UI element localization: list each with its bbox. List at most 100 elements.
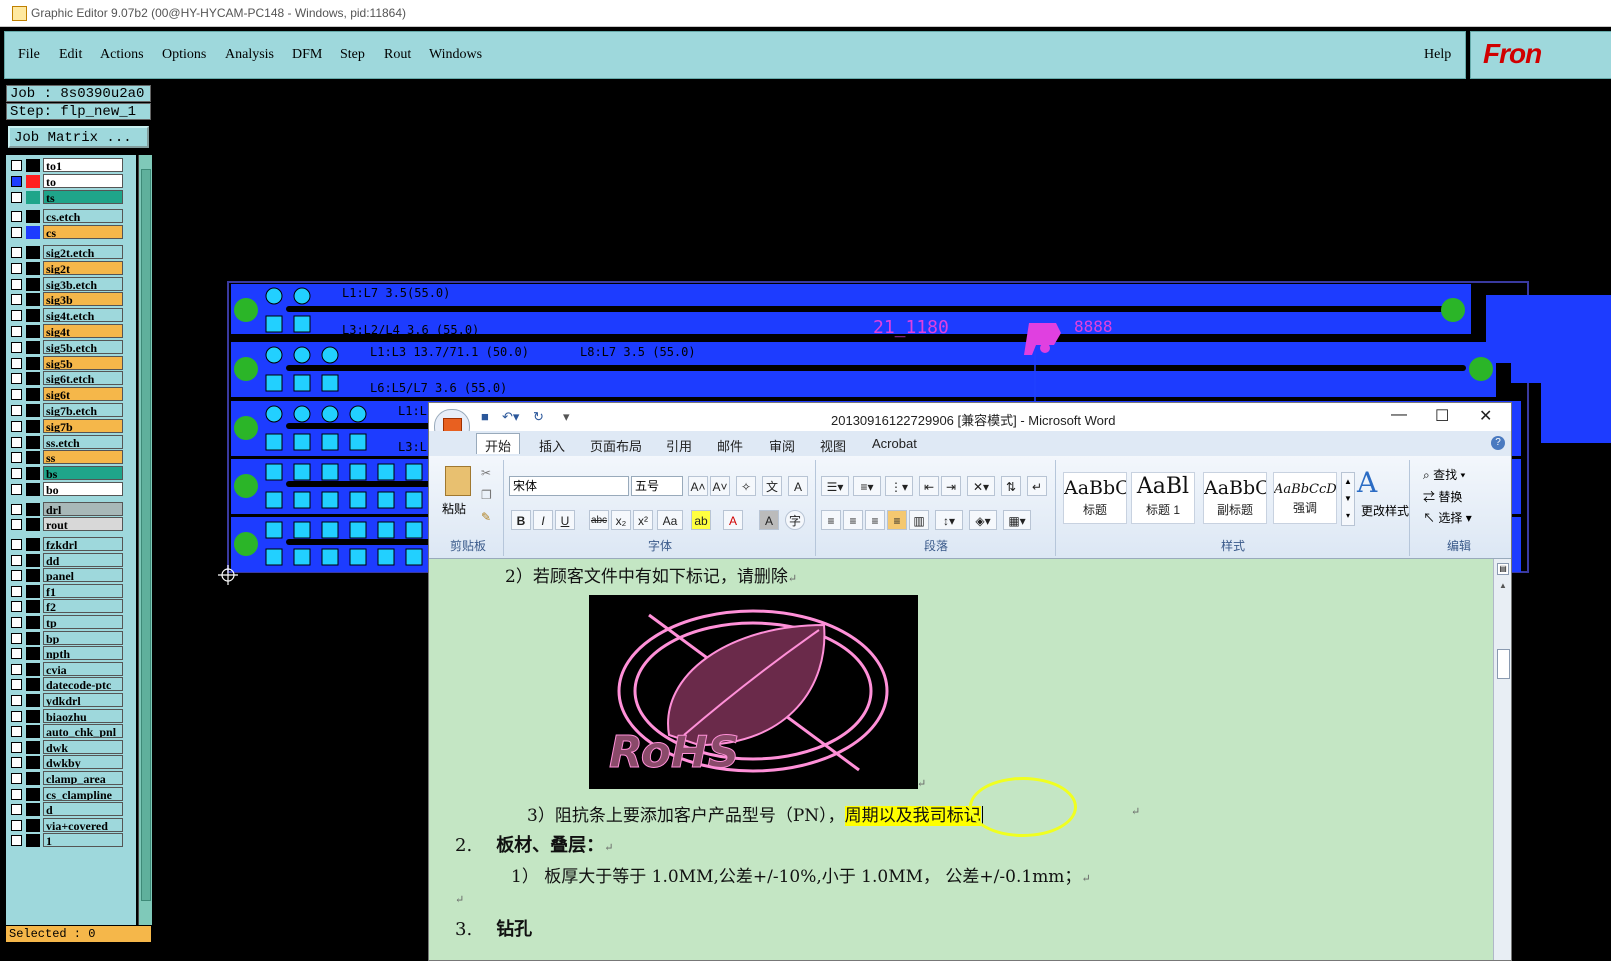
document-scrollbar[interactable]: ▤ ▲ (1493, 559, 1511, 960)
redo-icon[interactable]: ↻ (533, 409, 544, 425)
layer-color-swatch[interactable] (26, 647, 40, 661)
layer-checkbox[interactable] (11, 160, 22, 171)
align-center-icon[interactable]: ≡ (843, 510, 863, 530)
superscript-icon[interactable]: x² (633, 510, 653, 530)
layer-color-swatch[interactable] (26, 277, 40, 291)
layer-row[interactable]: sig5b (6, 355, 136, 371)
shrink-font-icon[interactable]: A˅ (710, 476, 730, 496)
sort-icon[interactable]: ⇅ (1001, 476, 1021, 496)
layer-name[interactable]: sig7b.etch (43, 403, 123, 417)
layer-checkbox[interactable] (11, 601, 22, 613)
layer-color-swatch[interactable] (26, 483, 40, 496)
layer-checkbox[interactable] (11, 632, 22, 644)
layer-name[interactable]: auto_chk_pnl (43, 724, 123, 739)
tab-acrobat[interactable]: Acrobat (872, 436, 917, 451)
layer-color-swatch[interactable] (26, 159, 40, 172)
layer-name[interactable]: sig2t.etch (43, 245, 123, 259)
layer-checkbox[interactable] (11, 539, 22, 550)
layer-color-swatch[interactable] (26, 174, 40, 188)
layer-color-swatch[interactable] (26, 518, 40, 532)
layer-name[interactable]: via+covered (43, 817, 123, 832)
ruler-toggle-icon[interactable]: ▤ (1497, 563, 1509, 575)
layer-row[interactable]: sig3b.etch (6, 276, 136, 292)
layer-checkbox[interactable] (11, 452, 22, 464)
bullets-icon[interactable]: ☰▾ (821, 476, 849, 496)
layer-row[interactable]: bo (6, 482, 136, 497)
layer-color-swatch[interactable] (26, 356, 40, 370)
layer-name[interactable]: to1 (43, 158, 123, 172)
layer-row[interactable]: dd (6, 552, 136, 568)
layer-name[interactable]: sig2t (43, 260, 123, 275)
enclose-char-icon[interactable]: 字 (785, 510, 805, 530)
layer-name[interactable]: sig6t.etch (43, 371, 123, 386)
cut-icon[interactable]: ✂ (481, 466, 491, 480)
bold-icon[interactable]: B (511, 510, 531, 530)
layer-checkbox[interactable] (11, 405, 22, 416)
justify-icon[interactable]: ≡ (887, 510, 907, 530)
layer-row[interactable]: sig7b.etch (6, 403, 136, 418)
layer-row[interactable]: f1 (6, 583, 136, 599)
document-scroll-thumb[interactable] (1497, 649, 1510, 679)
maximize-icon[interactable]: ☐ (1435, 406, 1449, 426)
layer-checkbox[interactable] (11, 262, 22, 274)
layer-name[interactable]: cs_clampline (43, 786, 123, 801)
layer-row[interactable]: sig3b (6, 292, 136, 307)
layer-row[interactable]: dwkby (6, 755, 136, 770)
subscript-icon[interactable]: x₂ (611, 510, 631, 530)
strikethrough-icon[interactable]: abc (589, 510, 609, 530)
layer-checkbox[interactable] (11, 373, 22, 385)
layer-name[interactable]: sig6t (43, 387, 123, 402)
menu-file[interactable]: File (18, 47, 40, 63)
tab-home[interactable]: 开始 (476, 433, 521, 454)
menu-analysis[interactable]: Analysis (225, 47, 274, 63)
paste-button[interactable]: 粘贴 (442, 500, 466, 517)
layer-color-swatch[interactable] (26, 502, 40, 516)
layer-color-swatch[interactable] (26, 756, 40, 770)
layer-checkbox[interactable] (11, 519, 22, 531)
layer-scrollbar[interactable] (138, 155, 152, 925)
layer-checkbox[interactable] (11, 726, 22, 738)
layer-name[interactable]: cs (43, 225, 123, 240)
layer-color-swatch[interactable] (26, 451, 40, 465)
paste-icon[interactable] (445, 466, 471, 496)
layer-color-swatch[interactable] (26, 467, 40, 481)
scrollbar-thumb[interactable] (141, 169, 151, 901)
layer-row[interactable]: cs.etch (6, 209, 136, 224)
layer-color-swatch[interactable] (26, 388, 40, 402)
change-case-icon[interactable]: Aa (657, 510, 683, 530)
menu-help[interactable]: Help (1424, 47, 1451, 63)
rohs-logo-image[interactable]: RoHS (589, 595, 918, 789)
tab-insert[interactable]: 插入 (539, 436, 565, 455)
italic-icon[interactable]: I (533, 510, 553, 530)
layer-name[interactable]: sig7b (43, 418, 123, 433)
font-size-combo[interactable]: 五号 (631, 476, 683, 496)
layer-name[interactable]: ydkdrl (43, 693, 123, 707)
layer-checkbox[interactable] (11, 503, 22, 515)
layer-color-swatch[interactable] (26, 538, 40, 551)
layer-name[interactable]: to (43, 173, 123, 188)
close-icon[interactable]: ✕ (1479, 406, 1492, 426)
layer-name[interactable]: clamp_area (43, 771, 123, 785)
layer-row[interactable]: cs (6, 225, 136, 240)
layer-row[interactable]: drl (6, 501, 136, 517)
layer-color-swatch[interactable] (26, 325, 40, 338)
layer-row[interactable]: cvia (6, 661, 136, 677)
layer-name[interactable]: datecode-ptc (43, 677, 123, 692)
line-spacing-icon[interactable]: ↕▾ (935, 510, 963, 530)
layer-checkbox[interactable] (11, 484, 22, 495)
layer-color-swatch[interactable] (26, 190, 40, 204)
layer-name[interactable]: sig4t (43, 324, 123, 338)
layer-color-swatch[interactable] (26, 340, 40, 354)
layer-row[interactable]: to1 (6, 158, 136, 173)
menu-dfm[interactable]: DFM (292, 47, 322, 63)
show-marks-icon[interactable]: ↵ (1027, 476, 1047, 496)
layer-name[interactable]: dd (43, 552, 123, 567)
styles-scroll[interactable]: ▲ ▼ ▾ (1341, 472, 1355, 526)
layer-row[interactable]: sig4t (6, 324, 136, 339)
layer-checkbox[interactable] (11, 648, 22, 660)
layer-name[interactable]: fzkdrl (43, 537, 123, 551)
layer-color-swatch[interactable] (26, 246, 40, 259)
style-heading-1[interactable]: AaBl 标题 1 (1131, 472, 1195, 524)
layer-color-swatch[interactable] (26, 678, 40, 692)
document-body[interactable]: 2）若顾客文件中有如下标记，请删除↵ RoHS ↵ 3）阻抗条上要添加客户产品型… (429, 559, 1493, 960)
